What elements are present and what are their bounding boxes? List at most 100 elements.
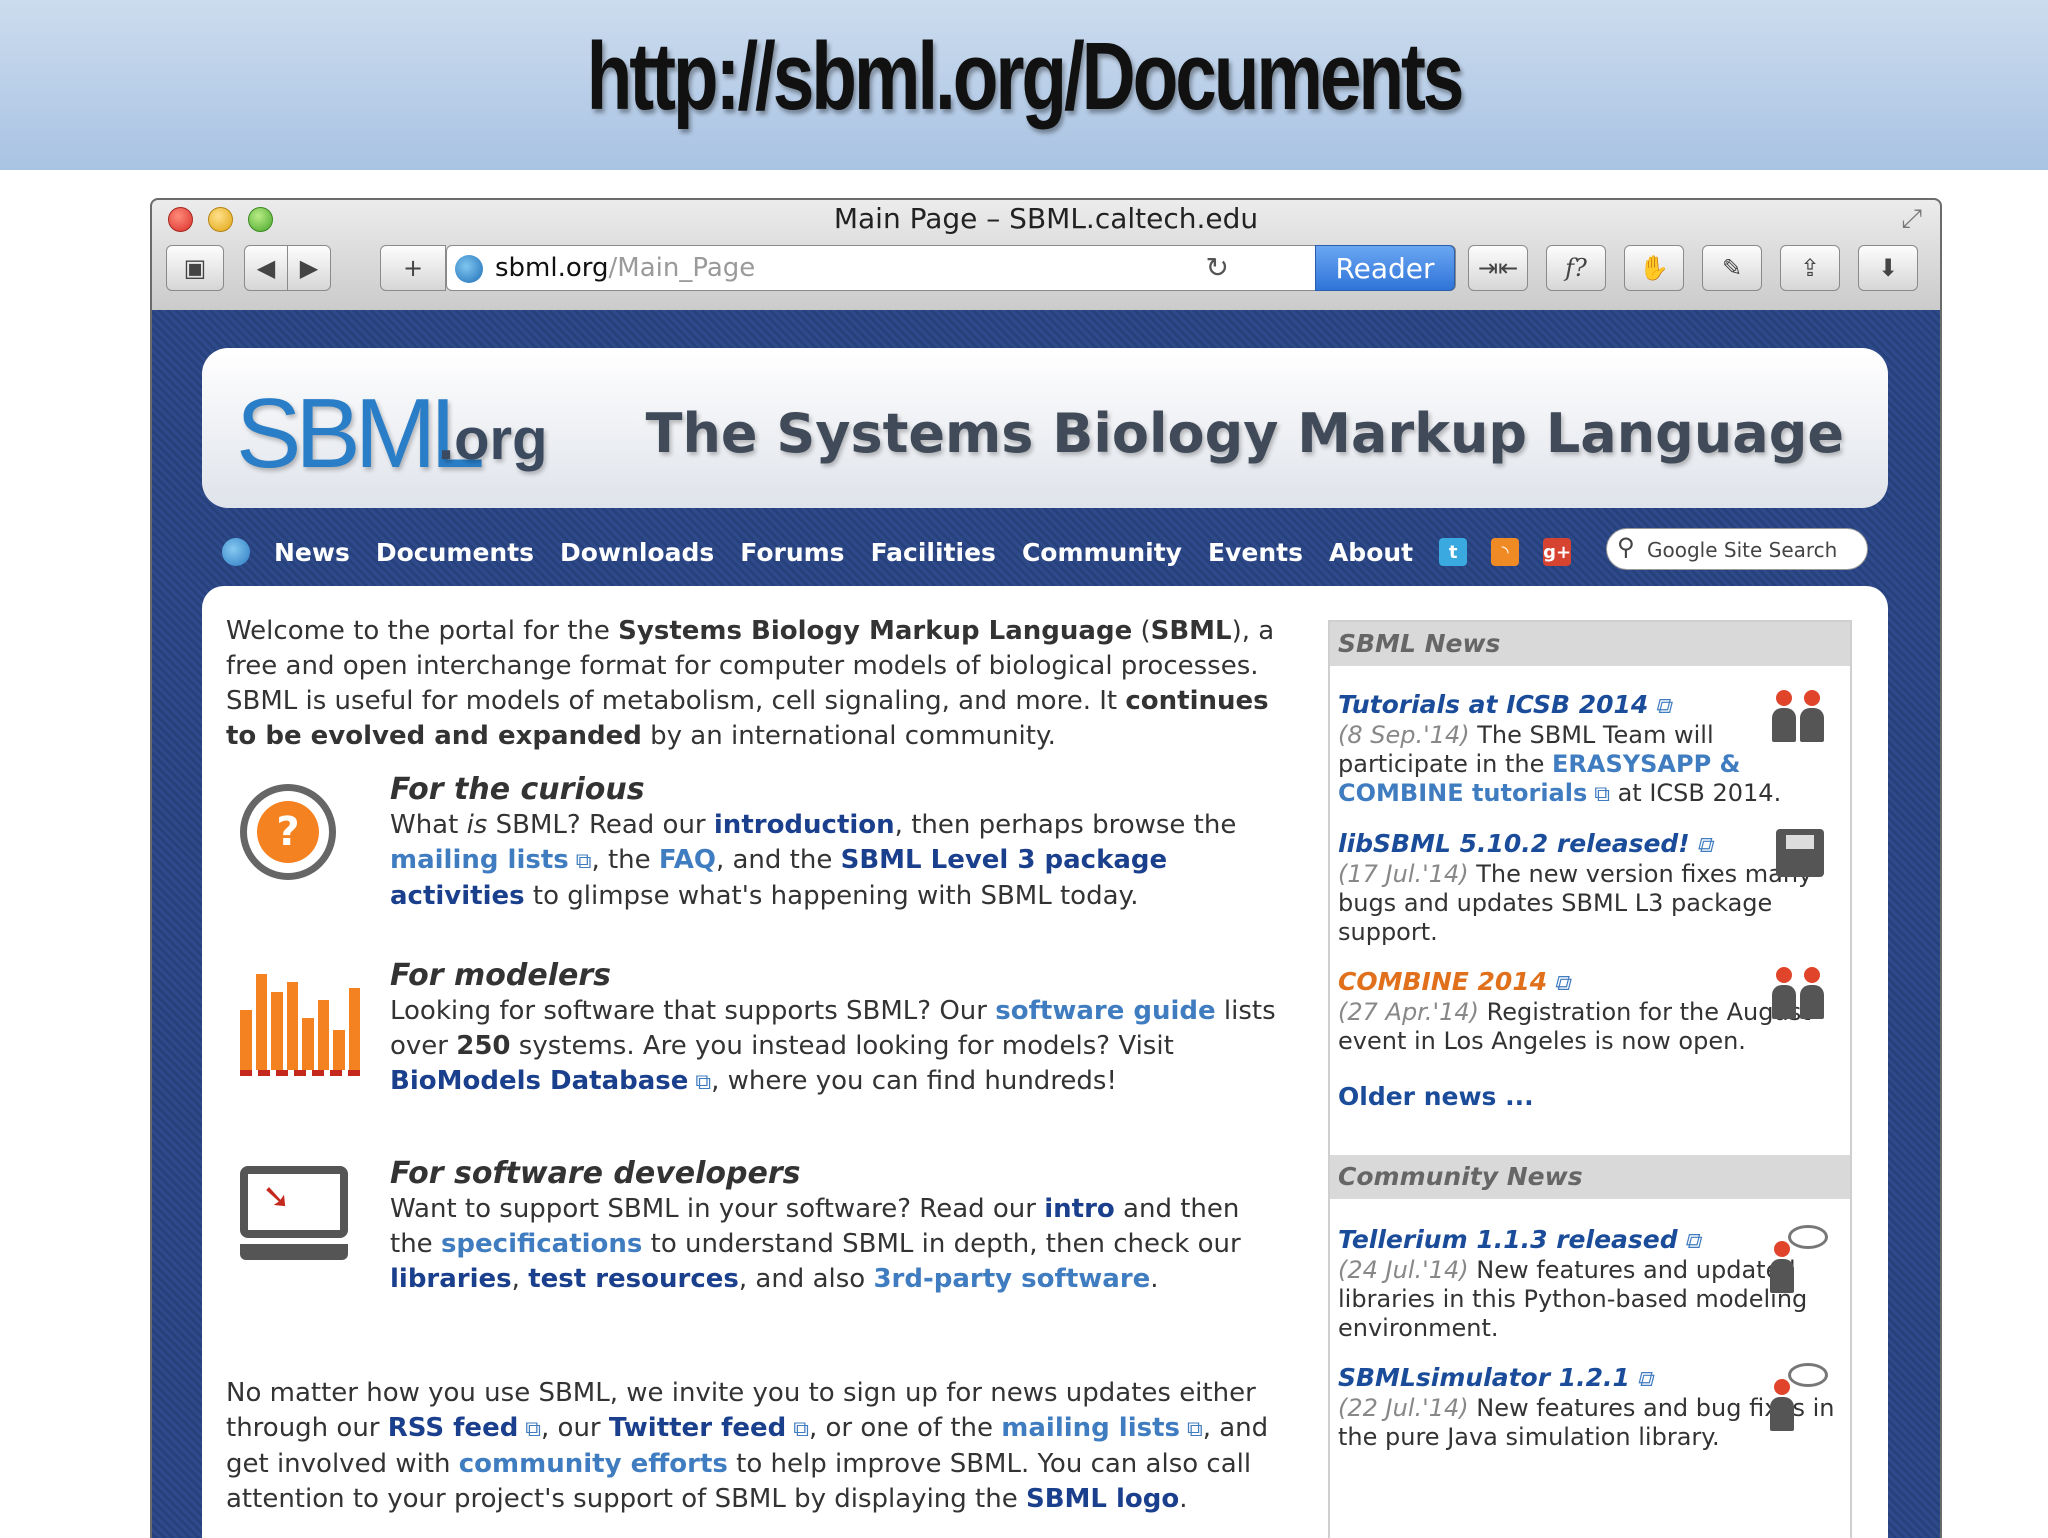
software-guide-link[interactable]: software guide — [995, 996, 1215, 1026]
wrench-button[interactable]: ✎ — [1702, 245, 1762, 291]
address-bar[interactable]: sbml.org/Main_Page ↻ Reader — [446, 245, 1456, 291]
intro-link[interactable]: intro — [1044, 1194, 1115, 1224]
libraries-link[interactable]: libraries — [390, 1264, 512, 1294]
page-content: SBML .org The Systems Biology Markup Lan… — [152, 310, 1940, 1538]
community-news-heading: Community News — [1330, 1155, 1850, 1199]
faq-link[interactable]: FAQ — [659, 845, 716, 875]
site-favicon-icon — [455, 255, 483, 283]
hand-button[interactable]: ✋ — [1624, 245, 1684, 291]
rss-icon[interactable]: ◝ — [1491, 538, 1520, 566]
external-link-icon: ⧉ — [1587, 782, 1610, 807]
sbml-logo-link[interactable]: SBML logo — [1026, 1484, 1179, 1514]
news-title-link[interactable]: SBMLsimulator 1.2.1 ⧉ — [1338, 1363, 1842, 1394]
site-search-input[interactable]: ⚲ Google Site Search — [1606, 528, 1868, 570]
search-icon: ⚲ — [1617, 533, 1635, 561]
external-link-icon: ⧉ — [786, 1417, 809, 1442]
logo-suffix: .org — [438, 407, 548, 472]
introduction-link[interactable]: introduction — [714, 810, 895, 840]
fullscreen-icon[interactable]: ⤢ — [1901, 204, 1922, 235]
news-title-link[interactable]: libSBML 5.10.2 released! ⧉ — [1338, 829, 1842, 860]
share-button[interactable]: ⇪ — [1780, 245, 1840, 291]
people-icon — [1768, 967, 1828, 1023]
nav-documents[interactable]: Documents — [376, 538, 534, 567]
search-placeholder: Google Site Search — [1647, 538, 1838, 562]
wrench-icon: ✎ — [1721, 254, 1743, 282]
main-content: Welcome to the portal for the Systems Bi… — [202, 586, 1888, 1538]
new-tab-button[interactable]: + — [380, 245, 446, 291]
sidebar-button[interactable]: ▣ — [166, 245, 224, 291]
news-title-link[interactable]: COMBINE 2014 ⧉ — [1338, 967, 1842, 998]
news-title-link[interactable]: Tutorials at ICSB 2014 ⧉ — [1338, 690, 1842, 721]
external-link-icon: ⧉ — [1180, 1417, 1203, 1442]
biomodels-link[interactable]: BioModels Database — [390, 1066, 688, 1096]
computer-icon: ➘ — [240, 1166, 348, 1260]
news-sidebar: SBML News Tutorials at ICSB 2014 ⧉ (8 Se… — [1328, 620, 1852, 1538]
formula-icon: f? — [1565, 254, 1587, 282]
news-item: SBMLsimulator 1.2.1 ⧉ (22 Jul.'14) New f… — [1330, 1363, 1850, 1452]
community-efforts-link[interactable]: community efforts — [459, 1449, 728, 1479]
nav-community[interactable]: Community — [1022, 538, 1182, 567]
external-link-icon: ⧉ — [518, 1417, 542, 1442]
reader-button[interactable]: Reader — [1315, 245, 1455, 291]
curious-heading: For the curious — [390, 772, 645, 807]
formula-button[interactable]: f? — [1546, 245, 1606, 291]
download-icon: ⬇ — [1877, 254, 1899, 282]
browser-window: Main Page – SBML.caltech.edu ⤢ ▣ ◀ ▶ + s… — [150, 198, 1942, 1538]
forward-button[interactable]: ▶ — [287, 245, 331, 291]
nav-facilities[interactable]: Facilities — [871, 538, 996, 567]
modelers-heading: For modelers — [390, 958, 611, 993]
section-curious: For the curious What is SBML? Read our i… — [390, 772, 1290, 914]
twitter-icon[interactable]: t — [1439, 538, 1468, 566]
share-icon: ⇪ — [1799, 254, 1821, 282]
window-title: Main Page – SBML.caltech.edu — [833, 202, 1259, 235]
news-item: COMBINE 2014 ⧉ (27 Apr.'14) Registration… — [1330, 967, 1850, 1056]
rss-feed-link[interactable]: RSS feed — [388, 1413, 519, 1443]
test-resources-link[interactable]: test resources — [528, 1264, 739, 1294]
nav-forums[interactable]: Forums — [740, 538, 844, 567]
sidebar-icon: ▣ — [183, 254, 207, 282]
google-plus-icon[interactable]: g+ — [1543, 538, 1572, 566]
browser-titlebar: Main Page – SBML.caltech.edu ⤢ ▣ ◀ ▶ + s… — [152, 200, 1940, 311]
reload-icon[interactable]: ↻ — [1206, 251, 1229, 284]
specifications-link[interactable]: specifications — [441, 1229, 642, 1259]
external-link-icon: ⧉ — [688, 1070, 712, 1095]
site-header: SBML .org The Systems Biology Markup Lan… — [202, 348, 1888, 508]
nav-about[interactable]: About — [1329, 538, 1413, 567]
back-button[interactable]: ◀ — [244, 245, 288, 291]
people-icon — [1768, 690, 1828, 746]
mailing-lists-link[interactable]: mailing lists — [390, 845, 569, 875]
nav-events[interactable]: Events — [1208, 538, 1303, 567]
section-modelers: For modelers Looking for software that s… — [390, 958, 1290, 1100]
developers-heading: For software developers — [390, 1156, 801, 1191]
third-party-software-link[interactable]: 3rd-party software — [873, 1264, 1150, 1294]
mailing-lists-link-2[interactable]: mailing lists — [1001, 1413, 1180, 1443]
back-icon: ◀ — [256, 254, 276, 282]
outro-paragraph: No matter how you use SBML, we invite yo… — [226, 1378, 1269, 1514]
slide-title: http://sbml.org/Documents — [586, 23, 1465, 130]
intro-paragraph: Welcome to the portal for the Systems Bi… — [226, 616, 1275, 751]
person-chat-icon — [1768, 1363, 1828, 1431]
news-item: Tutorials at ICSB 2014 ⧉ (8 Sep.'14) The… — [1330, 690, 1850, 809]
older-news-link[interactable]: Older news ... — [1330, 1082, 1850, 1111]
nav-news[interactable]: News — [274, 538, 350, 567]
twitter-feed-link[interactable]: Twitter feed — [609, 1413, 786, 1443]
address-url: sbml.org/Main_Page — [495, 253, 756, 283]
news-item: libSBML 5.10.2 released! ⧉ (17 Jul.'14) … — [1330, 829, 1850, 947]
sbml-news-heading: SBML News — [1330, 622, 1850, 666]
news-item: Tellerium 1.1.3 released ⧉ (24 Jul.'14) … — [1330, 1225, 1850, 1343]
collapse-button[interactable]: ⇥⇤ — [1468, 245, 1528, 291]
floppy-disk-icon — [1768, 829, 1828, 885]
section-developers: For software developers Want to support … — [390, 1156, 1290, 1297]
question-icon: ? — [240, 784, 336, 880]
person-chat-icon — [1768, 1225, 1828, 1293]
new-tab-icon: + — [402, 254, 424, 282]
nav-downloads[interactable]: Downloads — [560, 538, 714, 567]
home-logo-icon[interactable] — [222, 538, 250, 566]
bar-chart-icon — [240, 970, 360, 1076]
site-tagline: The Systems Biology Markup Language — [645, 402, 1844, 465]
site-nav: News Documents Downloads Forums Faciliti… — [222, 532, 1572, 572]
download-button[interactable]: ⬇ — [1858, 245, 1918, 291]
collapse-icon: ⇥⇤ — [1477, 254, 1519, 282]
news-title-link[interactable]: Tellerium 1.1.3 released ⧉ — [1338, 1225, 1842, 1256]
external-link-icon: ⧉ — [568, 849, 592, 874]
